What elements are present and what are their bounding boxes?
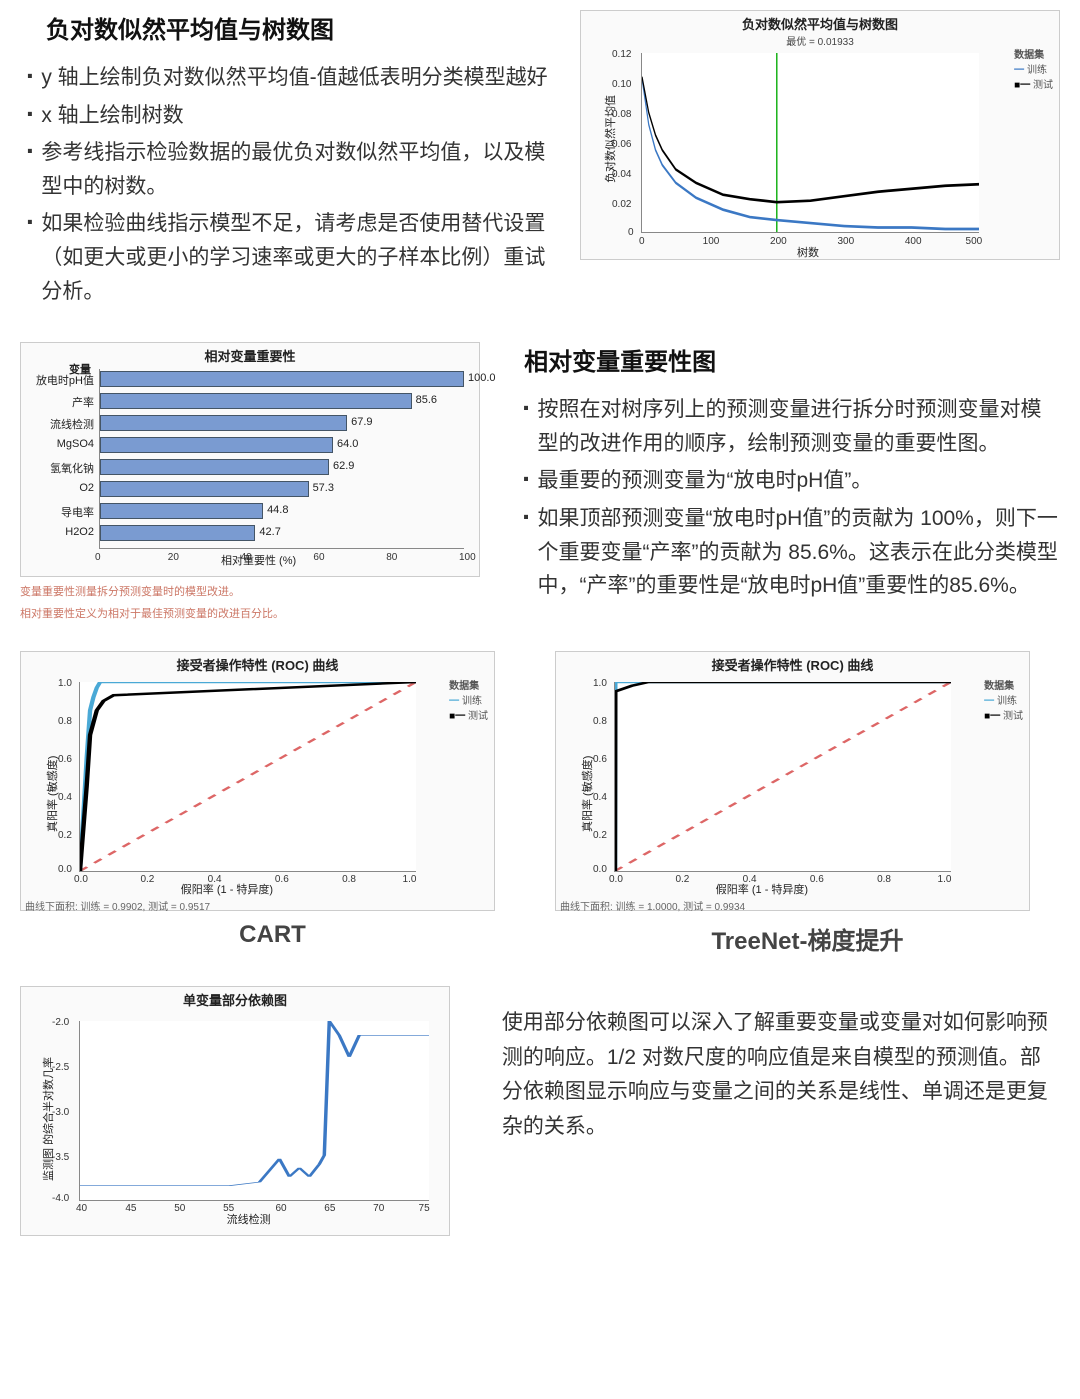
varimp-cat-7: H2O2 <box>65 526 100 538</box>
s1-b1: x 轴上绘制树数 <box>41 99 183 133</box>
pdep-xl: 流线检测 <box>227 1211 271 1227</box>
varimp-foot1: 变量重要性测量拆分预测变量时的模型改进。 <box>20 583 486 599</box>
varimp-xlabel: 相对重要性 (%) <box>221 552 296 568</box>
varimp-bar-0 <box>100 371 464 387</box>
s1-b2: 参考线指示检验数据的最优负对数似然平均值，以及模型中的树数。 <box>41 136 550 203</box>
varimp-bar-3 <box>100 437 333 453</box>
nll-plot-svg <box>642 53 979 232</box>
roc-cart-leg1: 训练 <box>462 696 482 707</box>
pdep-svg <box>80 1021 429 1200</box>
varimp-val-0: 100.0 <box>468 372 496 384</box>
varimp-val-5: 57.3 <box>313 482 334 494</box>
roc-tn-svg <box>615 682 951 871</box>
roc-tn-legtitle: 数据集 <box>984 677 1023 692</box>
pdep-yl: 监测图 的综合半对数几率 <box>40 1057 56 1181</box>
section2-bullets: 按照在对树序列上的预测变量进行拆分时预测变量对模型的改进作用的顺序，绘制预测变量… <box>516 393 1060 603</box>
roc-tn-chart: 接受者操作特性 (ROC) 曲线 1.00.80.60.40.20.0 0.00… <box>555 651 1030 911</box>
pdep-title: 单变量部分依赖图 <box>21 987 449 1009</box>
treenet-label: TreeNet-梯度提升 <box>555 921 1060 956</box>
roc-tn-xl: 假阳率 (1 - 特异度) <box>716 881 808 897</box>
roc-cart-yl: 真阳率 (敏感度) <box>44 756 60 832</box>
varimp-bar-2 <box>100 415 347 431</box>
cart-label: CART <box>20 921 525 949</box>
s2-b1: 最重要的预测变量为“放电时pH值”。 <box>537 464 872 498</box>
varimp-val-4: 62.9 <box>333 460 354 472</box>
s2-b2: 如果顶部预测变量“放电时pH值”的贡献为 100%，则下一个重要变量“产率”的贡… <box>537 502 1060 603</box>
varimp-bar-1 <box>100 393 412 409</box>
varimp-cat-2: 流线检测 <box>50 416 100 432</box>
varimp-cat-5: O2 <box>79 482 100 494</box>
varimp-yhead: 变量 <box>69 361 91 377</box>
roc-cart-svg <box>80 682 416 871</box>
roc-cart-leg2: 测试 <box>468 711 488 722</box>
roc-tn-leg2: 测试 <box>1003 711 1023 722</box>
varimp-val-6: 44.8 <box>267 504 288 516</box>
varimp-cat-3: MgSO4 <box>57 438 100 450</box>
varimp-bar-4 <box>100 459 329 475</box>
roc-cart-chart: 接受者操作特性 (ROC) 曲线 1.00.80.60.40.20.0 0.00… <box>20 651 495 911</box>
varimp-cat-6: 导电率 <box>61 504 100 520</box>
section1-title: 负对数似然平均值与树数图 <box>46 10 550 45</box>
section1-bullets: y 轴上绘制负对数似然平均值-值越低表明分类模型越好 x 轴上绘制树数 参考线指… <box>20 61 550 308</box>
nll-leg-train: 训练 <box>1027 65 1047 76</box>
varimp-cat-1: 产率 <box>72 394 100 410</box>
pdep-chart: 单变量部分依赖图 -2.0-2.5-3.0-3.5-4.0 4045505560… <box>20 986 450 1236</box>
varimp-bar-6 <box>100 503 263 519</box>
section4-text: 使用部分依赖图可以深入了解重要变量或变量对如何影响预测的响应。1/2 对数尺度的… <box>502 1006 1060 1145</box>
varimp-bar-7 <box>100 525 255 541</box>
roc-tn-leg1: 训练 <box>997 696 1017 707</box>
s1-b0: y 轴上绘制负对数似然平均值-值越低表明分类模型越好 <box>41 61 547 95</box>
varimp-cat-4: 氢氧化钠 <box>50 460 100 476</box>
varimp-val-7: 42.7 <box>259 526 280 538</box>
varimp-val-3: 64.0 <box>337 438 358 450</box>
roc-cart-legtitle: 数据集 <box>449 677 488 692</box>
section2-title: 相对变量重要性图 <box>524 342 1060 377</box>
nll-chart: 负对数似然平均值与树数图 最优 = 0.01933 0.120.100.080.… <box>580 10 1060 260</box>
varimp-bar-5 <box>100 481 309 497</box>
nll-chart-subtitle: 最优 = 0.01933 <box>581 33 1059 48</box>
nll-leg-test: 测试 <box>1033 80 1053 91</box>
nll-legend-title: 数据集 <box>1014 46 1053 61</box>
roc-tn-yl: 真阳率 (敏感度) <box>579 756 595 832</box>
nll-xlabel: 树数 <box>797 244 819 260</box>
nll-chart-title: 负对数似然平均值与树数图 <box>581 11 1059 33</box>
s2-b0: 按照在对树序列上的预测变量进行拆分时预测变量对模型的改进作用的顺序，绘制预测变量… <box>537 393 1060 460</box>
varimp-val-2: 67.9 <box>351 416 372 428</box>
roc-cart-auc: 曲线下面积: 训练 = 0.9902, 测试 = 0.9517 <box>21 896 494 915</box>
varimp-chart: 相对变量重要性 放电时pH值100.0产率85.6流线检测67.9MgSO464… <box>20 342 480 577</box>
varimp-foot2: 相对重要性定义为相对于最佳预测变量的改进百分比。 <box>20 605 486 621</box>
roc-cart-xl: 假阳率 (1 - 特异度) <box>181 881 273 897</box>
roc-cart-title: 接受者操作特性 (ROC) 曲线 <box>21 652 494 674</box>
roc-tn-title: 接受者操作特性 (ROC) 曲线 <box>556 652 1029 674</box>
varimp-val-1: 85.6 <box>416 394 437 406</box>
roc-tn-auc: 曲线下面积: 训练 = 1.0000, 测试 = 0.9934 <box>556 896 1029 915</box>
s1-b3: 如果检验曲线指示模型不足，请考虑是否使用替代设置（如更大或更小的学习速率或更大的… <box>41 207 550 308</box>
nll-ylabel: 负对数似然平均值 <box>602 95 618 183</box>
